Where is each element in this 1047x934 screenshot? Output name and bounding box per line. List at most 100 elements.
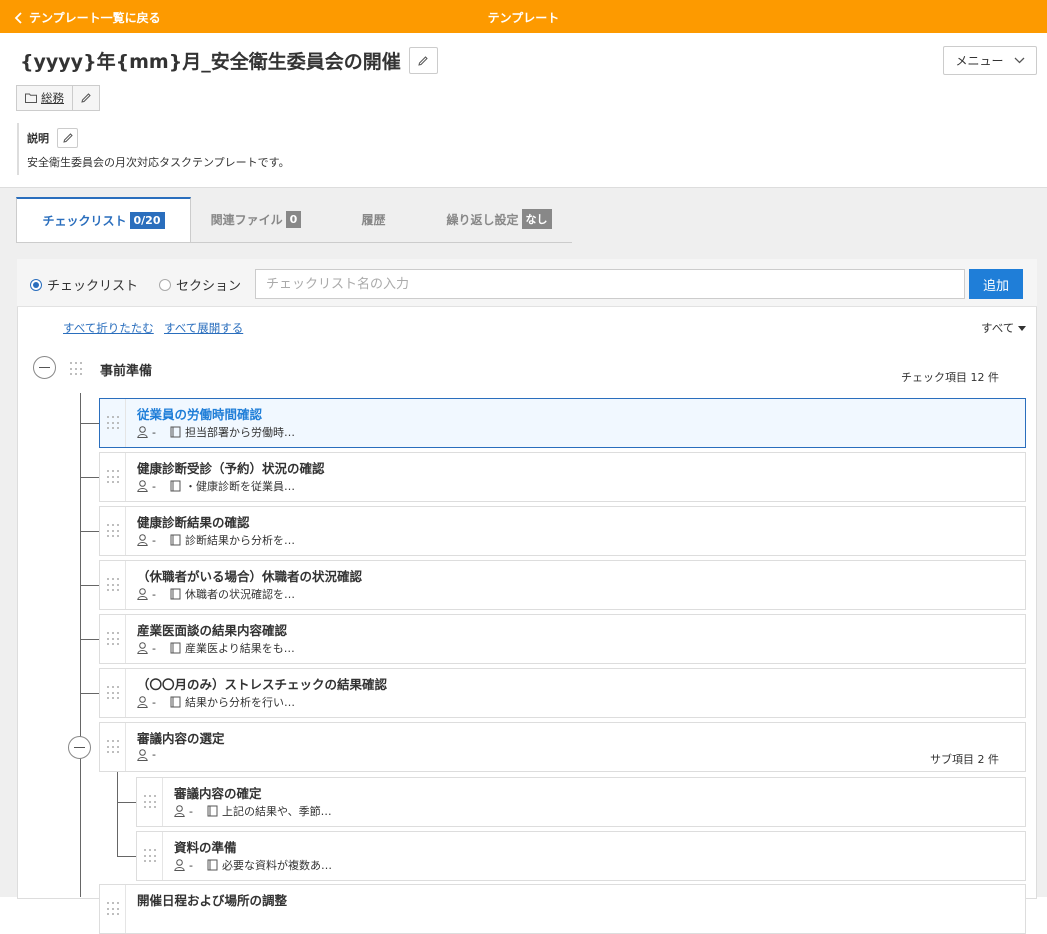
tab-history[interactable]: 履歴: [321, 197, 426, 241]
section-drag-handle[interactable]: [70, 362, 82, 376]
user-icon: [174, 859, 185, 871]
item-collapse-button[interactable]: [68, 736, 91, 759]
tab-label: 履歴: [361, 212, 386, 227]
user-icon: [137, 588, 148, 600]
chevron-down-icon: [1014, 57, 1024, 64]
item-assignee: -: [152, 587, 156, 601]
tab-badge: 0: [285, 210, 302, 228]
subitem-count: サブ項目 2 件: [930, 753, 999, 766]
item-note: 結果から分析を行い…: [184, 696, 295, 709]
tab-divider: [16, 242, 572, 243]
checklist-item[interactable]: 開催日程および場所の調整: [99, 884, 1026, 934]
tab-bar: チェックリスト 0/20 関連ファイル 0 履歴 繰り返し設定 なし: [16, 197, 572, 243]
item-note: 上記の結果や、季節…: [221, 805, 332, 818]
collapse-all-link[interactable]: すべて折りたたむ: [63, 320, 154, 336]
item-drag-handle[interactable]: [100, 399, 126, 447]
memo-icon: [207, 859, 218, 871]
drag-grip-icon: [106, 902, 119, 916]
user-icon: [137, 480, 148, 492]
item-drag-handle[interactable]: [100, 669, 126, 717]
checklist-item[interactable]: （休職者がいる場合）休職者の状況確認 - 休職者の状況確認を…: [99, 560, 1026, 610]
radio-section[interactable]: セクション: [159, 275, 241, 294]
edit-title-button[interactable]: [408, 47, 438, 74]
item-drag-handle[interactable]: [100, 885, 126, 933]
menu-button[interactable]: メニュー: [943, 46, 1037, 75]
pencil-icon: [62, 133, 73, 143]
tree-line: [80, 393, 81, 897]
radio-circle: [159, 278, 171, 291]
drag-grip-icon: [106, 686, 119, 700]
drag-grip-icon: [143, 795, 156, 809]
item-drag-handle[interactable]: [100, 561, 126, 609]
user-icon: [137, 426, 148, 438]
tab-checklist[interactable]: チェックリスト 0/20: [16, 197, 191, 242]
checklist-item[interactable]: 資料の準備 - 必要な資料が複数あ…: [136, 831, 1026, 881]
item-title[interactable]: 健康診断受診（予約）状況の確認: [137, 458, 325, 477]
item-meta: - 休職者の状況確認を…: [137, 586, 295, 602]
radio-label: セクション: [176, 279, 242, 294]
checklist-item[interactable]: 健康診断結果の確認 - 診断結果から分析を…: [99, 506, 1026, 556]
edit-description-button[interactable]: [57, 128, 78, 148]
radio-checklist[interactable]: チェックリスト: [30, 275, 138, 294]
item-drag-handle[interactable]: [137, 778, 163, 826]
item-drag-handle[interactable]: [100, 615, 126, 663]
item-drag-handle[interactable]: [100, 507, 126, 555]
item-assignee: -: [152, 479, 156, 493]
item-title[interactable]: （休職者がいる場合）休職者の状況確認: [137, 566, 362, 585]
tab-badge: 0/20: [129, 212, 165, 229]
item-assignee: -: [152, 425, 156, 439]
description-block: 説明 安全衛生委員会の月次対応タスクテンプレートです。: [17, 123, 417, 175]
filter-dropdown[interactable]: すべて: [981, 320, 1027, 336]
memo-icon: [170, 480, 181, 492]
user-icon: [137, 534, 148, 546]
user-icon: [137, 642, 148, 654]
checklist-item[interactable]: 審議内容の確定 - 上記の結果や、季節…: [136, 777, 1026, 827]
item-title[interactable]: 審議内容の確定: [174, 783, 262, 802]
add-button[interactable]: 追加: [969, 269, 1023, 299]
checklist-item[interactable]: 産業医面談の結果内容確認 - 産業医より結果をも…: [99, 614, 1026, 664]
item-title[interactable]: 開催日程および場所の調整: [137, 890, 287, 909]
pencil-icon: [418, 55, 428, 66]
tab-related-files[interactable]: 関連ファイル 0: [191, 197, 321, 241]
checklist-item[interactable]: 健康診断受診（予約）状況の確認 - ・健康診断を従業員…: [99, 452, 1026, 502]
item-meta: -: [137, 748, 156, 761]
edit-category-button[interactable]: [73, 85, 100, 111]
item-title[interactable]: 健康診断結果の確認: [137, 512, 250, 531]
item-meta: - 担当部署から労働時…: [137, 424, 295, 440]
section-collapse-button[interactable]: [33, 356, 56, 379]
drag-grip-icon: [106, 470, 119, 484]
checklist-name-input[interactable]: [255, 269, 965, 299]
tab-label: 関連ファイル: [210, 212, 283, 227]
back-to-templates-link[interactable]: テンプレート一覧に戻る: [14, 9, 161, 26]
menu-label: メニュー: [955, 54, 1004, 68]
chevron-left-icon: [14, 11, 22, 24]
item-drag-handle[interactable]: [137, 832, 163, 880]
item-drag-handle[interactable]: [100, 453, 126, 501]
checklist-item[interactable]: 審議内容の選定 - サブ項目 2 件: [99, 722, 1026, 772]
item-meta: - 必要な資料が複数あ…: [174, 857, 332, 873]
item-assignee: -: [152, 533, 156, 547]
item-title[interactable]: （〇〇月のみ）ストレスチェックの結果確認: [137, 674, 387, 693]
memo-icon: [170, 696, 181, 708]
tree-branch: [80, 693, 99, 694]
item-title[interactable]: 審議内容の選定: [137, 728, 225, 747]
item-title[interactable]: 従業員の労働時間確認: [137, 404, 262, 423]
checklist-item[interactable]: 従業員の労働時間確認 - 担当部署から労働時…: [99, 398, 1026, 448]
item-title[interactable]: 資料の準備: [174, 837, 237, 856]
memo-icon: [170, 588, 181, 600]
item-title[interactable]: 産業医面談の結果内容確認: [137, 620, 287, 639]
tab-label: 繰り返し設定: [446, 212, 519, 227]
item-assignee: -: [152, 695, 156, 709]
item-assignee: -: [189, 858, 193, 872]
tab-label: チェックリスト: [42, 214, 127, 228]
user-icon: [137, 696, 148, 708]
item-note: 担当部署から労働時…: [184, 426, 295, 439]
tab-recurrence[interactable]: 繰り返し設定 なし: [426, 197, 572, 241]
checklist-item[interactable]: （〇〇月のみ）ストレスチェックの結果確認 - 結果から分析を行い…: [99, 668, 1026, 718]
item-assignee: -: [189, 804, 193, 818]
item-drag-handle[interactable]: [100, 723, 126, 771]
expand-all-link[interactable]: すべて展開する: [164, 320, 243, 336]
tree-branch: [80, 477, 99, 478]
tree-branch: [80, 585, 99, 586]
category-chip[interactable]: 総務: [16, 85, 73, 111]
